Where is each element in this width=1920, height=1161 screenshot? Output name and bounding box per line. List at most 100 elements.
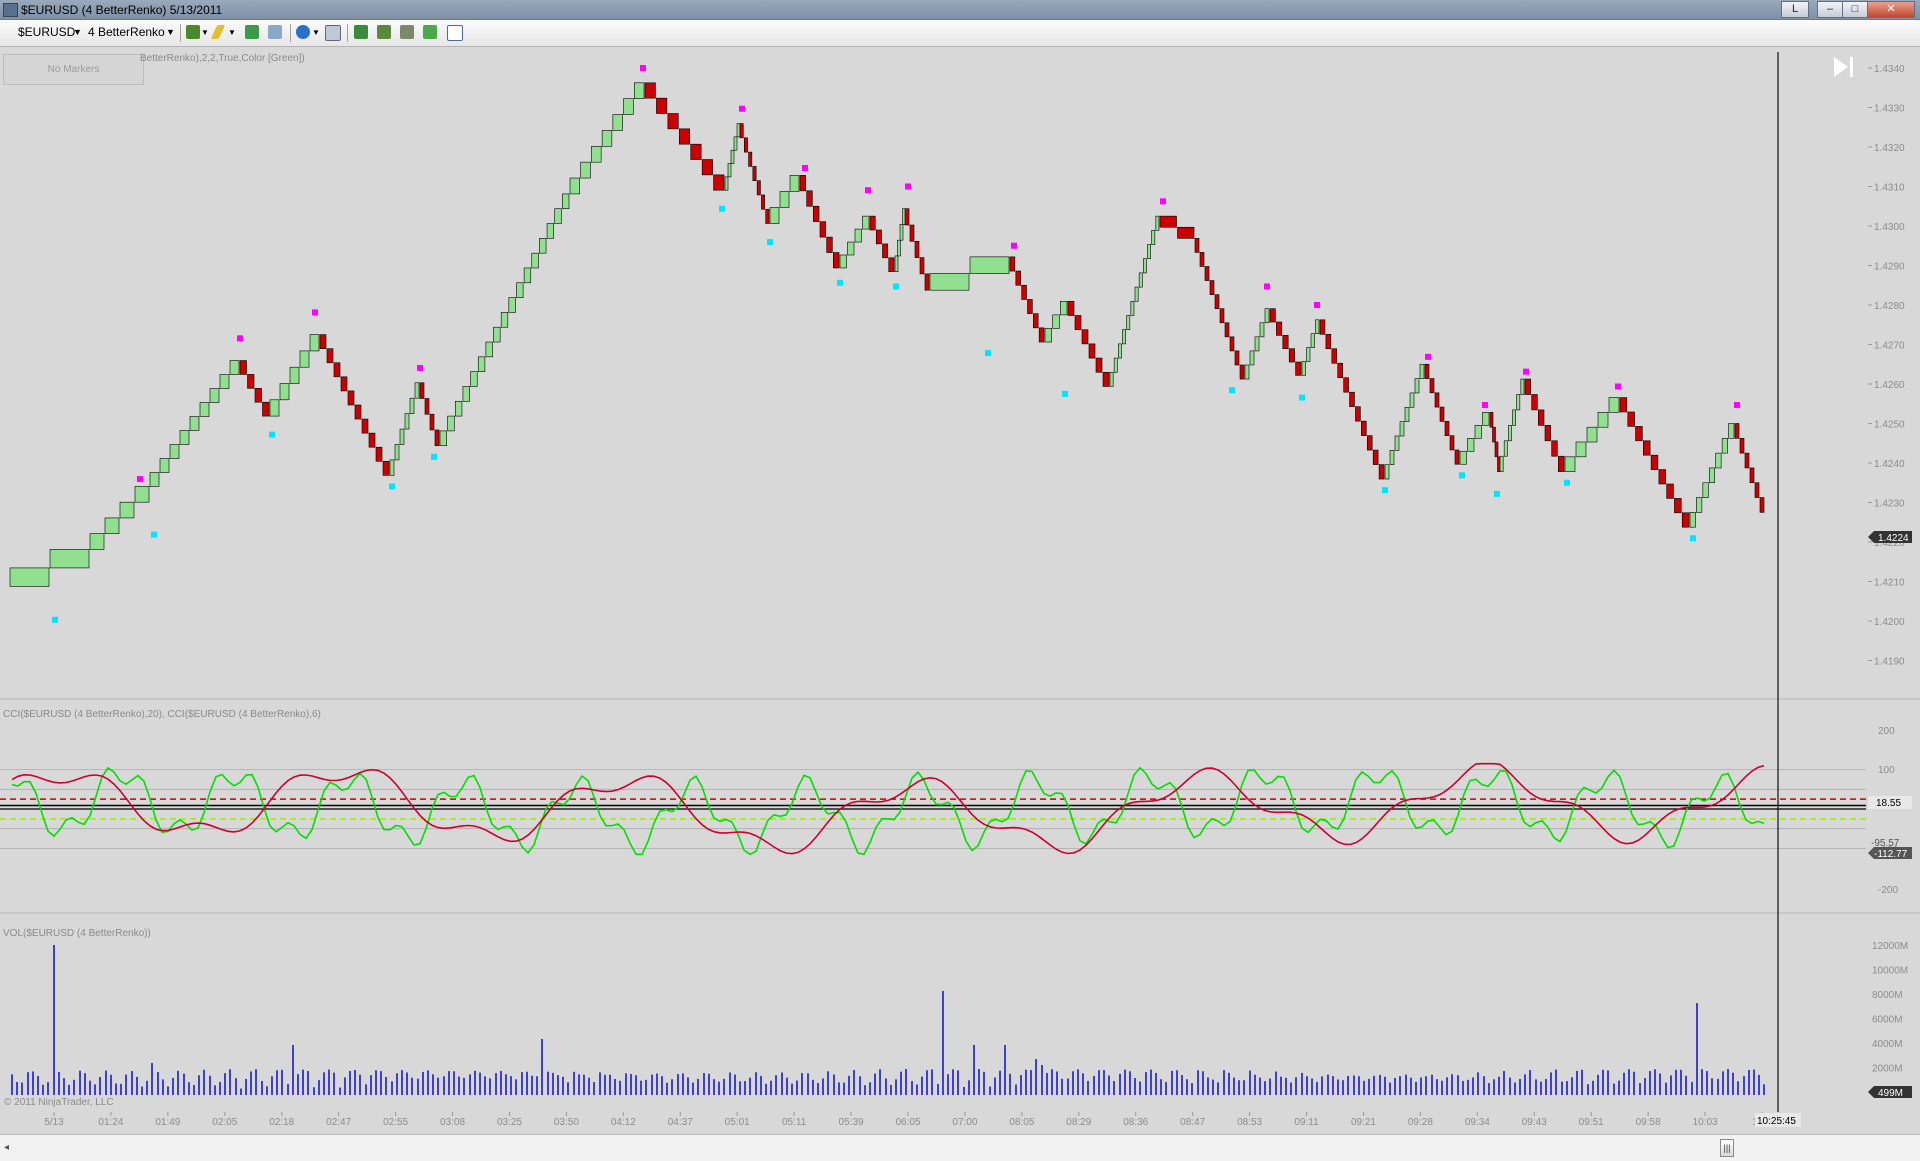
cci-axis: 200100-100-200	[1878, 726, 1898, 896]
renko-brick	[919, 257, 925, 275]
time-tick-label: 08:47	[1180, 1117, 1205, 1128]
swing-low-dot	[1229, 387, 1235, 394]
volume-tick-label: 8000M	[1872, 990, 1903, 1001]
renko-brick	[1214, 294, 1220, 310]
renko-brick	[1052, 314, 1060, 329]
renko-brick	[239, 360, 247, 375]
time-tick-label: 10:03	[1693, 1117, 1718, 1128]
chart-canvas[interactable]: 1.4340 1.4330 1.4320 1.4310 1.4300 1.4290 1.42…	[0, 47, 1920, 1134]
renko-brick	[1734, 423, 1740, 439]
drawing-pencil-icon[interactable]	[210, 25, 226, 39]
data-box-icon[interactable]	[423, 25, 437, 39]
renko-brick	[1234, 350, 1240, 366]
renko-brick	[262, 401, 270, 417]
bar-type-dropdown-icon[interactable]: ▼	[166, 27, 175, 37]
chart-area[interactable]: 1.4340 1.4330 1.4320 1.4310 1.4300 1.4290 1.42…	[0, 47, 1920, 1134]
renko-brick	[1508, 425, 1512, 442]
swing-low-dot	[893, 283, 899, 290]
renko-brick	[399, 428, 405, 445]
renko-brick	[434, 429, 440, 447]
renko-brick	[375, 446, 383, 462]
renko-brick	[1489, 412, 1494, 428]
price-tick-label: 1.4250	[1874, 420, 1905, 431]
scroll-thumb[interactable]: |||	[1720, 1139, 1734, 1157]
eraser-icon[interactable]	[268, 25, 282, 39]
renko-brick	[1204, 266, 1210, 281]
swing-low-dot	[837, 279, 843, 286]
zoom-icon[interactable]	[325, 25, 341, 41]
volume-tick-label: 4000M	[1872, 1039, 1903, 1050]
renko-brick	[1244, 364, 1250, 380]
swing-low-dot	[52, 616, 58, 623]
drawing-dropdown-icon[interactable]: ▼	[228, 28, 236, 37]
bar-style-icon[interactable]	[186, 25, 200, 39]
instrument-dropdown-icon[interactable]: ▼	[73, 27, 82, 37]
renko-brick	[1492, 426, 1496, 443]
renko-brick	[1575, 441, 1587, 458]
volume-panel-label: VOL($EURUSD (4 BetterRenko))	[3, 928, 151, 939]
properties-icon[interactable]	[447, 25, 463, 41]
time-tick-label: 07:00	[952, 1117, 977, 1128]
renko-brick	[1301, 361, 1306, 376]
bar-style-dropdown-icon[interactable]: ▼	[201, 28, 209, 37]
strategies-icon[interactable]	[354, 25, 368, 39]
time-tick-label: 09:43	[1522, 1117, 1547, 1128]
renko-brick	[1681, 512, 1690, 528]
renko-brick	[1474, 425, 1482, 439]
link-button[interactable]: L	[1781, 1, 1809, 18]
renko-brick	[1355, 406, 1361, 422]
time-tick-label: 09:58	[1636, 1117, 1661, 1128]
renko-brick	[888, 257, 895, 272]
renko-brick	[1027, 299, 1033, 314]
time-axis: 5/13 01:24 01:49 02:05 02:18 02:47 02:55 03:08 0…	[44, 1112, 1772, 1128]
renko-brick	[404, 413, 410, 430]
indicators-icon[interactable]	[377, 25, 391, 39]
renko-brick	[1219, 308, 1225, 324]
renko-brick	[1177, 226, 1195, 239]
renko-brick	[882, 243, 889, 259]
scroll-left-arrow[interactable]: ◂	[4, 1142, 9, 1153]
time-tick-label: 08:29	[1066, 1117, 1091, 1128]
minimize-button[interactable]: –	[1817, 1, 1843, 18]
markers-box[interactable]: No Markers	[3, 54, 144, 85]
close-button[interactable]: ✕	[1867, 1, 1915, 18]
chart-style-icon[interactable]	[400, 25, 414, 39]
renko-brick	[1074, 315, 1082, 330]
renko-brick	[862, 215, 870, 230]
crosshair-dropdown-icon[interactable]: ▼	[312, 28, 320, 37]
renko-brick	[1744, 452, 1750, 469]
renko-brick	[644, 82, 656, 99]
renko-brick	[1538, 409, 1545, 426]
cci-tick-label: 100	[1878, 765, 1895, 776]
renko-brick	[1276, 321, 1283, 336]
renko-brick	[1429, 378, 1435, 394]
time-tick-label: 05:01	[725, 1117, 750, 1128]
renko-brick	[1343, 377, 1349, 393]
renko-brick	[894, 255, 899, 272]
renko-brick	[419, 382, 425, 399]
time-tick-label: 09:51	[1579, 1117, 1604, 1128]
renko-brick	[462, 386, 470, 402]
renko-brick	[9, 567, 50, 587]
renko-brick	[806, 190, 813, 207]
maximize-button[interactable]: □	[1842, 1, 1868, 18]
swing-high-dot	[1734, 401, 1740, 408]
renko-brick	[219, 374, 230, 389]
renko-brick	[1708, 467, 1716, 484]
horizontal-scrollbar[interactable]: ◂ |||	[0, 1134, 1920, 1161]
scroll-to-end-icon[interactable]	[1834, 57, 1853, 77]
bar-type-selector[interactable]: 4 BetterRenko	[88, 25, 165, 39]
renko-brick	[1282, 335, 1289, 349]
price-tick-label: 1.4190	[1874, 657, 1905, 668]
crosshair-icon[interactable]	[296, 25, 310, 39]
renko-brick	[1389, 450, 1395, 465]
renko-brick	[199, 402, 210, 417]
renko-brick	[119, 501, 135, 519]
renko-brick	[752, 166, 757, 181]
magic-wand-icon[interactable]	[245, 25, 259, 39]
instrument-selector[interactable]: $EURUSD	[18, 25, 75, 39]
renko-brick	[516, 282, 524, 298]
renko-brick	[1239, 364, 1245, 380]
renko-brick	[1586, 426, 1598, 443]
time-tick-label: 08:05	[1009, 1117, 1034, 1128]
